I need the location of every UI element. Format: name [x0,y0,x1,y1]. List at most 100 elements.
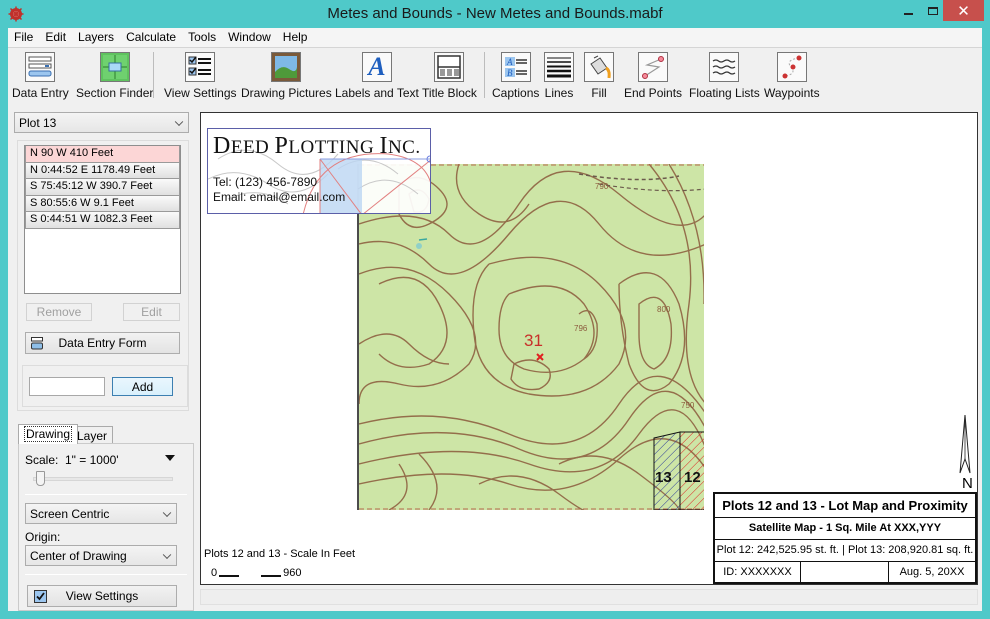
title-block-footer: ID: XXXXXXX Aug. 5, 20XX [715,562,975,582]
menu-calculate[interactable]: Calculate [120,28,182,47]
drawing-canvas[interactable]: 31 790 796 800 750 13 12 DEED PLOTTING I… [200,112,978,585]
close-button[interactable]: ✕ [943,0,984,21]
list-item[interactable]: S 80:55:6 W 9.1 Feet [25,195,180,212]
view-settings-label: View Settings [164,86,237,100]
list-item[interactable]: N 90 W 410 Feet [25,146,180,163]
view-settings-panel-button[interactable]: View Settings [27,585,177,607]
title-block-id: ID: XXXXXXX [715,562,801,582]
contour-label: 750 [681,401,695,410]
title-block-middle [801,562,889,582]
title-block[interactable]: Plots 12 and 13 - Lot Map and Proximity … [713,492,977,584]
captions-button[interactable]: AB Captions [492,52,539,100]
divider [25,574,187,575]
section-finder-button[interactable]: Section Finder [76,52,153,100]
floating-lists-button[interactable]: Floating Lists [689,52,760,100]
toolbar-separator [484,52,485,98]
chevron-down-icon [162,508,172,517]
plot-select[interactable]: Plot 13 [14,112,189,133]
toolbar: Data Entry Section Finder View Settings … [8,47,982,103]
data-entry-button[interactable]: Data Entry [12,52,69,100]
view-settings-button[interactable]: View Settings [164,52,237,100]
svg-text:B: B [507,68,513,78]
waypoints-label: Waypoints [764,86,820,100]
captions-icon: AB [500,52,531,82]
scale-slider-track[interactable] [33,477,173,481]
checkbox-checked-icon [34,590,47,603]
company-logo-box[interactable]: DEED PLOTTING INC. Tel: (123) 456-7890 E… [207,128,431,214]
title-block-date: Aug. 5, 20XX [899,566,965,578]
add-call-input[interactable] [29,377,105,396]
plot-select-value: Plot 13 [19,115,57,130]
calls-list[interactable]: N 90 W 410 Feet N 0:44:52 E 1178.49 Feet… [24,145,181,294]
scale-segment [261,575,282,577]
waypoints-button[interactable]: Waypoints [764,52,820,100]
menu-layers[interactable]: Layers [72,28,120,47]
edit-button[interactable]: Edit [123,303,180,321]
remove-button[interactable]: Remove [26,303,92,321]
scale-label: Scale: [25,453,59,467]
view-mode-select[interactable]: Screen Centric [25,503,177,524]
title-block-subtitle: Satellite Map - 1 Sq. Mile At XXX,YYY [715,518,975,540]
data-entry-form-label: Data Entry Form [58,336,147,350]
captions-label: Captions [492,86,540,100]
view-settings-icon [185,52,216,82]
waypoints-icon [776,52,807,82]
plot-13-label: 13 [655,469,672,486]
chevron-down-icon [162,550,172,559]
company-phone: Tel: (123) 456-7890 [213,175,318,189]
menu-edit[interactable]: Edit [39,28,72,47]
list-item[interactable]: S 0:44:51 W 1082.3 Feet [25,212,180,229]
data-entry-icon [31,337,43,350]
title-block-button[interactable]: Title Block [422,52,477,100]
maximize-icon [928,6,938,15]
paint-bucket-icon [584,52,614,82]
title-block-label: Title Block [422,86,477,100]
data-entry-form-button[interactable]: Data Entry Form [25,332,180,354]
origin-select[interactable]: Center of Drawing [25,545,177,566]
floating-lists-icon [709,52,740,82]
scale-slider-thumb[interactable] [35,471,45,486]
add-button[interactable]: Add [112,377,173,396]
north-label: N [962,475,973,492]
left-panel: Plot 13 N 90 W 410 Feet N 0:44:52 E 1178… [8,103,196,611]
list-item[interactable]: N 0:44:52 E 1178.49 Feet [25,162,180,179]
menu-help[interactable]: Help [277,28,314,47]
toolbar-separator [153,52,154,98]
status-bar [200,589,978,605]
menu-tools[interactable]: Tools [182,28,222,47]
minimize-button[interactable] [895,0,921,21]
tab-drawing[interactable]: Drawing [18,424,79,444]
chevron-down-icon [174,117,184,126]
menu-file[interactable]: File [8,28,39,47]
title-block-icon [434,52,465,82]
view-mode-value: Screen Centric [30,506,110,521]
minimize-icon [903,12,913,15]
title-block-title: Plots 12 and 13 - Lot Map and Proximity [715,494,975,518]
fill-button[interactable]: Fill [584,52,614,100]
scale-start: 0 [211,567,218,579]
lines-button[interactable]: Lines [544,52,574,100]
fill-label: Fill [591,86,607,100]
view-settings-panel-label: View Settings [65,589,139,603]
svg-text:A: A [506,57,513,67]
section-finder-label: Section Finder [76,86,154,100]
end-points-label: End Points [624,86,683,100]
contour-lines: 31 790 796 800 750 13 12 [359,164,704,510]
scale-value: 1" = 1000' [65,453,119,467]
window-title: Metes and Bounds - New Metes and Bounds.… [327,5,663,22]
section-label: 31 [524,331,543,350]
contour-label: 800 [657,305,671,314]
drawing-pictures-button[interactable]: Drawing Pictures [241,52,332,100]
scale-dropdown-icon[interactable] [165,455,175,461]
drawing-area: 31 790 796 800 750 13 12 DEED PLOTTING I… [196,103,982,611]
lines-icon [544,52,574,82]
picture-icon [271,52,302,82]
end-points-button[interactable]: End Points [624,52,682,100]
contour-label: 790 [595,182,609,191]
labels-and-text-label: Labels and Text [335,86,419,100]
contour-label: 796 [574,324,588,333]
menu-window[interactable]: Window [222,28,277,47]
topo-map-image[interactable]: 31 790 796 800 750 13 12 [357,164,704,510]
list-item[interactable]: S 75:45:12 W 390.7 Feet [25,179,180,196]
labels-and-text-button[interactable]: A Labels and Text [335,52,419,100]
